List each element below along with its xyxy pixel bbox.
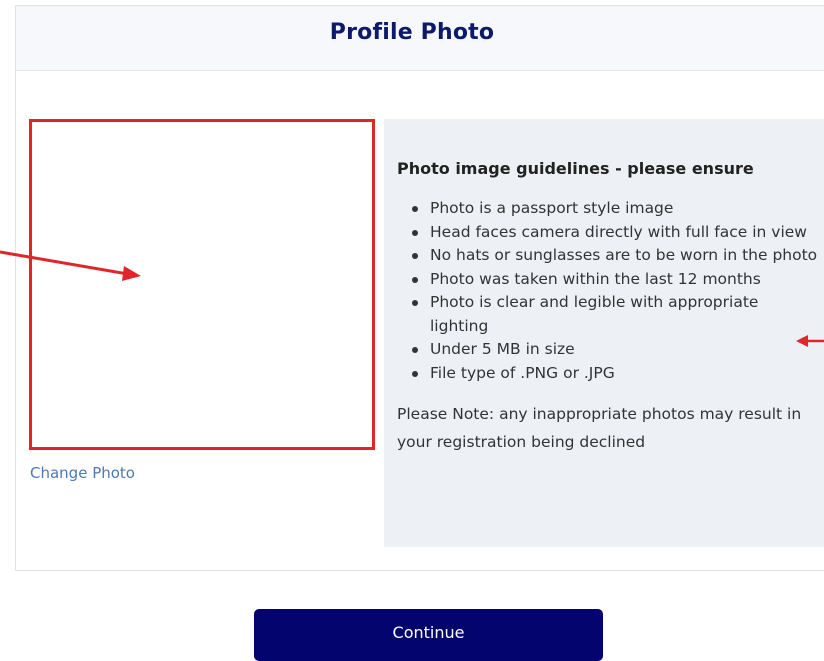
guidelines-note: Please Note: any inappropriate photos ma… [397, 405, 802, 451]
guideline-item: No hats or sunglasses are to be worn in … [412, 244, 820, 268]
guideline-item: Head faces camera directly with full fac… [412, 221, 820, 245]
guideline-item: Under 5 MB in size [412, 338, 820, 362]
guideline-item: Photo is clear and legible with appropri… [412, 291, 820, 338]
page-title: Profile Photo [329, 20, 495, 45]
change-photo-link[interactable]: Change Photo [30, 464, 135, 482]
guidelines-panel: Photo image guidelines - please ensure P… [384, 119, 824, 547]
guideline-item: Photo is a passport style image [412, 197, 820, 221]
guideline-item: File type of .PNG or .JPG [412, 362, 820, 386]
photo-preview[interactable] [29, 119, 375, 450]
guideline-item: Photo was taken within the last 12 month… [412, 268, 820, 292]
continue-button[interactable]: Continue [254, 609, 603, 661]
guidelines-title: Photo image guidelines - please ensure [397, 159, 754, 178]
guidelines-list: Photo is a passport style image Head fac… [397, 197, 824, 385]
